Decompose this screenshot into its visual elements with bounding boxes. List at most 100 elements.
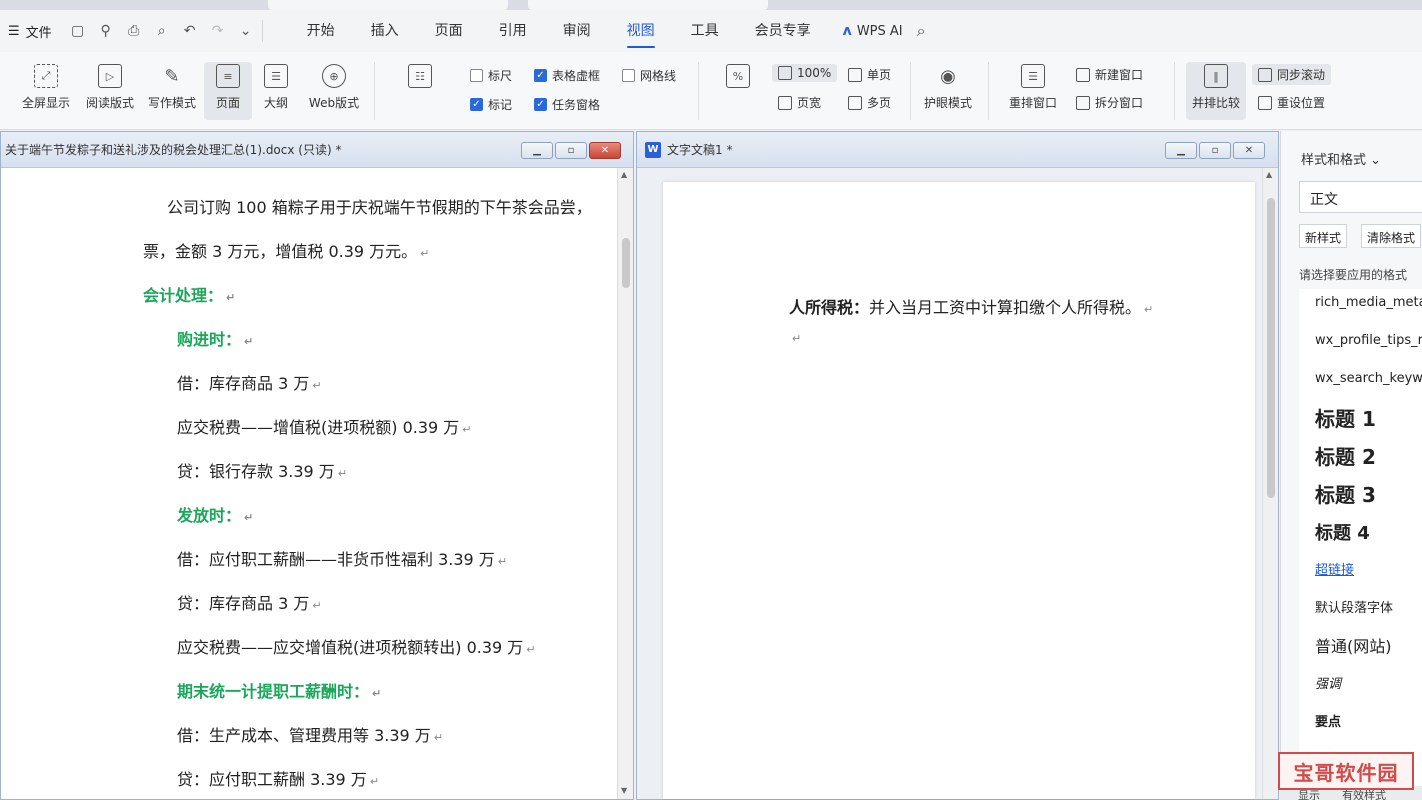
multi-page-button[interactable]: 多页 — [848, 94, 891, 111]
nav-pane-button[interactable]: ☷ — [400, 64, 440, 94]
writing-mode-button[interactable]: ✎ 写作模式 — [146, 64, 198, 111]
style-item[interactable]: 要点 — [1315, 711, 1341, 730]
page-width-button[interactable]: 页宽 — [778, 94, 821, 111]
tab-insert[interactable]: 插入 — [353, 10, 417, 52]
document-tab[interactable] — [528, 0, 768, 10]
task-pane-label: 任务窗格 — [552, 98, 601, 112]
single-page-button[interactable]: 单页 — [848, 66, 891, 83]
print-icon[interactable]: ⎙ — [126, 23, 142, 39]
ruler-checkbox[interactable]: 标尺 — [470, 67, 512, 84]
scrollbar-thumb[interactable] — [1267, 198, 1275, 498]
document-tab[interactable] — [268, 0, 508, 10]
zoom-100-button[interactable]: 100% — [772, 64, 838, 82]
doc-heading: 期末统一计提职工薪酬时： ↵ — [177, 682, 382, 701]
page-icon: ≡ — [216, 64, 240, 88]
sync-scroll-button[interactable]: 同步滚动 — [1252, 64, 1332, 85]
reset-position-label: 重设位置 — [1277, 96, 1326, 110]
style-item[interactable]: 标题 3 — [1315, 479, 1376, 508]
table-gridlines-checkbox[interactable]: ✓ 表格虚框 — [534, 67, 600, 84]
ribbon-divider — [1174, 62, 1175, 120]
style-item[interactable]: wx_search_keyw — [1315, 371, 1422, 386]
chevron-down-icon[interactable]: ⌄ — [238, 23, 254, 39]
redo-icon[interactable]: ↷ — [210, 23, 226, 39]
undo-icon[interactable]: ↶ — [182, 23, 198, 39]
style-item[interactable]: 默认段落字体 — [1315, 597, 1393, 616]
close-button[interactable]: ✕ — [589, 142, 621, 159]
print-preview-icon[interactable]: ⌕ — [154, 23, 170, 39]
gridlines-label: 网格线 — [640, 69, 677, 83]
doc-heading: 会计处理： ↵ — [143, 286, 236, 305]
new-window-button[interactable]: 新建窗口 — [1076, 66, 1143, 83]
style-item[interactable]: 标题 4 — [1315, 519, 1370, 545]
rearrange-windows-label: 重排窗口 — [1008, 96, 1057, 110]
tab-reference[interactable]: 引用 — [481, 10, 545, 52]
zoom-button[interactable]: % — [712, 64, 764, 94]
doc-line: 应交税费——增值税(进项税额) 0.39 万 ↵ — [177, 418, 472, 437]
wps-ai-logo-icon: ʌ — [842, 23, 852, 39]
paragraph-mark-icon: ↵ — [792, 332, 802, 345]
split-window-button[interactable]: 拆分窗口 — [1076, 94, 1143, 111]
task-pane-checkbox[interactable]: ✓ 任务窗格 — [534, 96, 600, 113]
new-style-button[interactable]: 新样式 — [1299, 224, 1348, 248]
tab-view[interactable]: 视图 — [609, 10, 673, 52]
scrollbar-thumb[interactable] — [622, 238, 630, 288]
tab-start[interactable]: 开始 — [289, 10, 353, 52]
one-to-one-icon — [778, 66, 792, 80]
pin-icon[interactable]: ⚲ — [98, 23, 114, 39]
reading-layout-button[interactable]: ▷ 阅读版式 — [84, 64, 136, 111]
document-1-body[interactable]: 公司订购 100 箱粽子用于庆祝端午节假期的下午茶会品尝， 票，金额 3 万元，… — [1, 168, 617, 799]
maximize-button[interactable]: ▫ — [1199, 142, 1231, 159]
tab-tools[interactable]: 工具 — [673, 10, 737, 52]
wps-ai-button[interactable]: ʌ WPS AI — [843, 23, 903, 39]
doc-2-body-text: 并入当月工资中计算扣缴个人所得税。 — [869, 298, 1142, 317]
maximize-button[interactable]: ▫ — [555, 142, 587, 159]
minimize-button[interactable]: ▁ — [1165, 142, 1197, 159]
style-item[interactable]: rich_media_meta — [1315, 295, 1422, 310]
doc-line: 贷：银行存款 3.39 万 ↵ — [177, 462, 348, 481]
side-by-side-button[interactable]: ‖ 并排比较 — [1186, 62, 1246, 120]
style-item[interactable]: 标题 1 — [1315, 403, 1376, 432]
document-2-page[interactable]: 人所得税：并入当月工资中计算扣缴个人所得税。 ↵ ↵ — [663, 182, 1255, 799]
window-1-scrollbar[interactable]: ▲ ▼ — [617, 168, 633, 799]
wps-ai-label: WPS AI — [856, 23, 903, 39]
list-icon: ☷ — [408, 64, 432, 88]
markup-checkbox[interactable]: ✓ 标记 — [470, 96, 512, 113]
gridlines-checkbox[interactable]: 网格线 — [622, 67, 676, 84]
window-2-scrollbar[interactable]: ▲ — [1262, 168, 1278, 799]
tab-review[interactable]: 审阅 — [545, 10, 609, 52]
style-item[interactable]: 超链接 — [1315, 559, 1354, 578]
eye-mode-button[interactable]: ◉ 护眼模式 — [920, 64, 976, 111]
scroll-up-icon[interactable]: ▲ — [1266, 170, 1272, 179]
search-icon[interactable]: ⌕ — [917, 21, 926, 41]
close-icon: ✕ — [600, 145, 610, 156]
scroll-up-icon[interactable]: ▲ — [621, 170, 627, 179]
save-icon[interactable]: ▢ — [70, 23, 86, 39]
scroll-down-icon[interactable]: ▼ — [621, 786, 627, 795]
close-button[interactable]: ✕ — [1233, 142, 1265, 159]
fullscreen-button[interactable]: ⤢ 全屏显示 — [20, 64, 72, 111]
style-item[interactable]: 普通(网站) — [1315, 633, 1392, 657]
reset-position-button[interactable]: 重设位置 — [1258, 94, 1325, 111]
new-window-label: 新建窗口 — [1095, 68, 1144, 82]
tab-page[interactable]: 页面 — [417, 10, 481, 52]
style-item[interactable]: wx_profile_tips_r — [1315, 333, 1422, 348]
style-item[interactable]: 强调 — [1315, 673, 1341, 692]
page-layout-button[interactable]: ≡ 页面 — [204, 62, 252, 120]
file-menu[interactable]: ☰ 文件 — [0, 22, 62, 41]
doc-line: 贷：应付职工薪酬 3.39 万 ↵ — [177, 770, 380, 789]
doc-2-line: 人所得税：并入当月工资中计算扣缴个人所得税。 ↵ — [789, 298, 1154, 317]
outline-button[interactable]: ☰ 大纲 — [256, 64, 296, 111]
clear-format-button[interactable]: 清除格式 — [1361, 224, 1422, 248]
menu-bar: ☰ 文件 ▢ ⚲ ⎙ ⌕ ↶ ↷ ⌄ 开始 插入 页面 引用 审阅 视图 工具 … — [0, 10, 1422, 52]
minimize-button[interactable]: ▁ — [521, 142, 553, 159]
ribbon-tabs: 开始 插入 页面 引用 审阅 视图 工具 会员专享 — [289, 10, 829, 52]
sync-scroll-label: 同步滚动 — [1277, 68, 1326, 82]
style-item[interactable]: 标题 2 — [1315, 441, 1376, 470]
rearrange-windows-button[interactable]: ☰ 重排窗口 — [1000, 64, 1066, 111]
web-layout-button[interactable]: ⊕ Web版式 — [306, 64, 362, 111]
tab-member[interactable]: 会员专享 — [737, 10, 829, 52]
current-style-field[interactable]: 正文 — [1299, 181, 1422, 213]
doc-line: 公司订购 100 箱粽子用于庆祝端午节假期的下午茶会品尝， — [167, 198, 592, 217]
maximize-icon: ▫ — [567, 145, 575, 156]
styles-pane-title[interactable]: 样式和格式 ⌄ — [1301, 149, 1381, 168]
